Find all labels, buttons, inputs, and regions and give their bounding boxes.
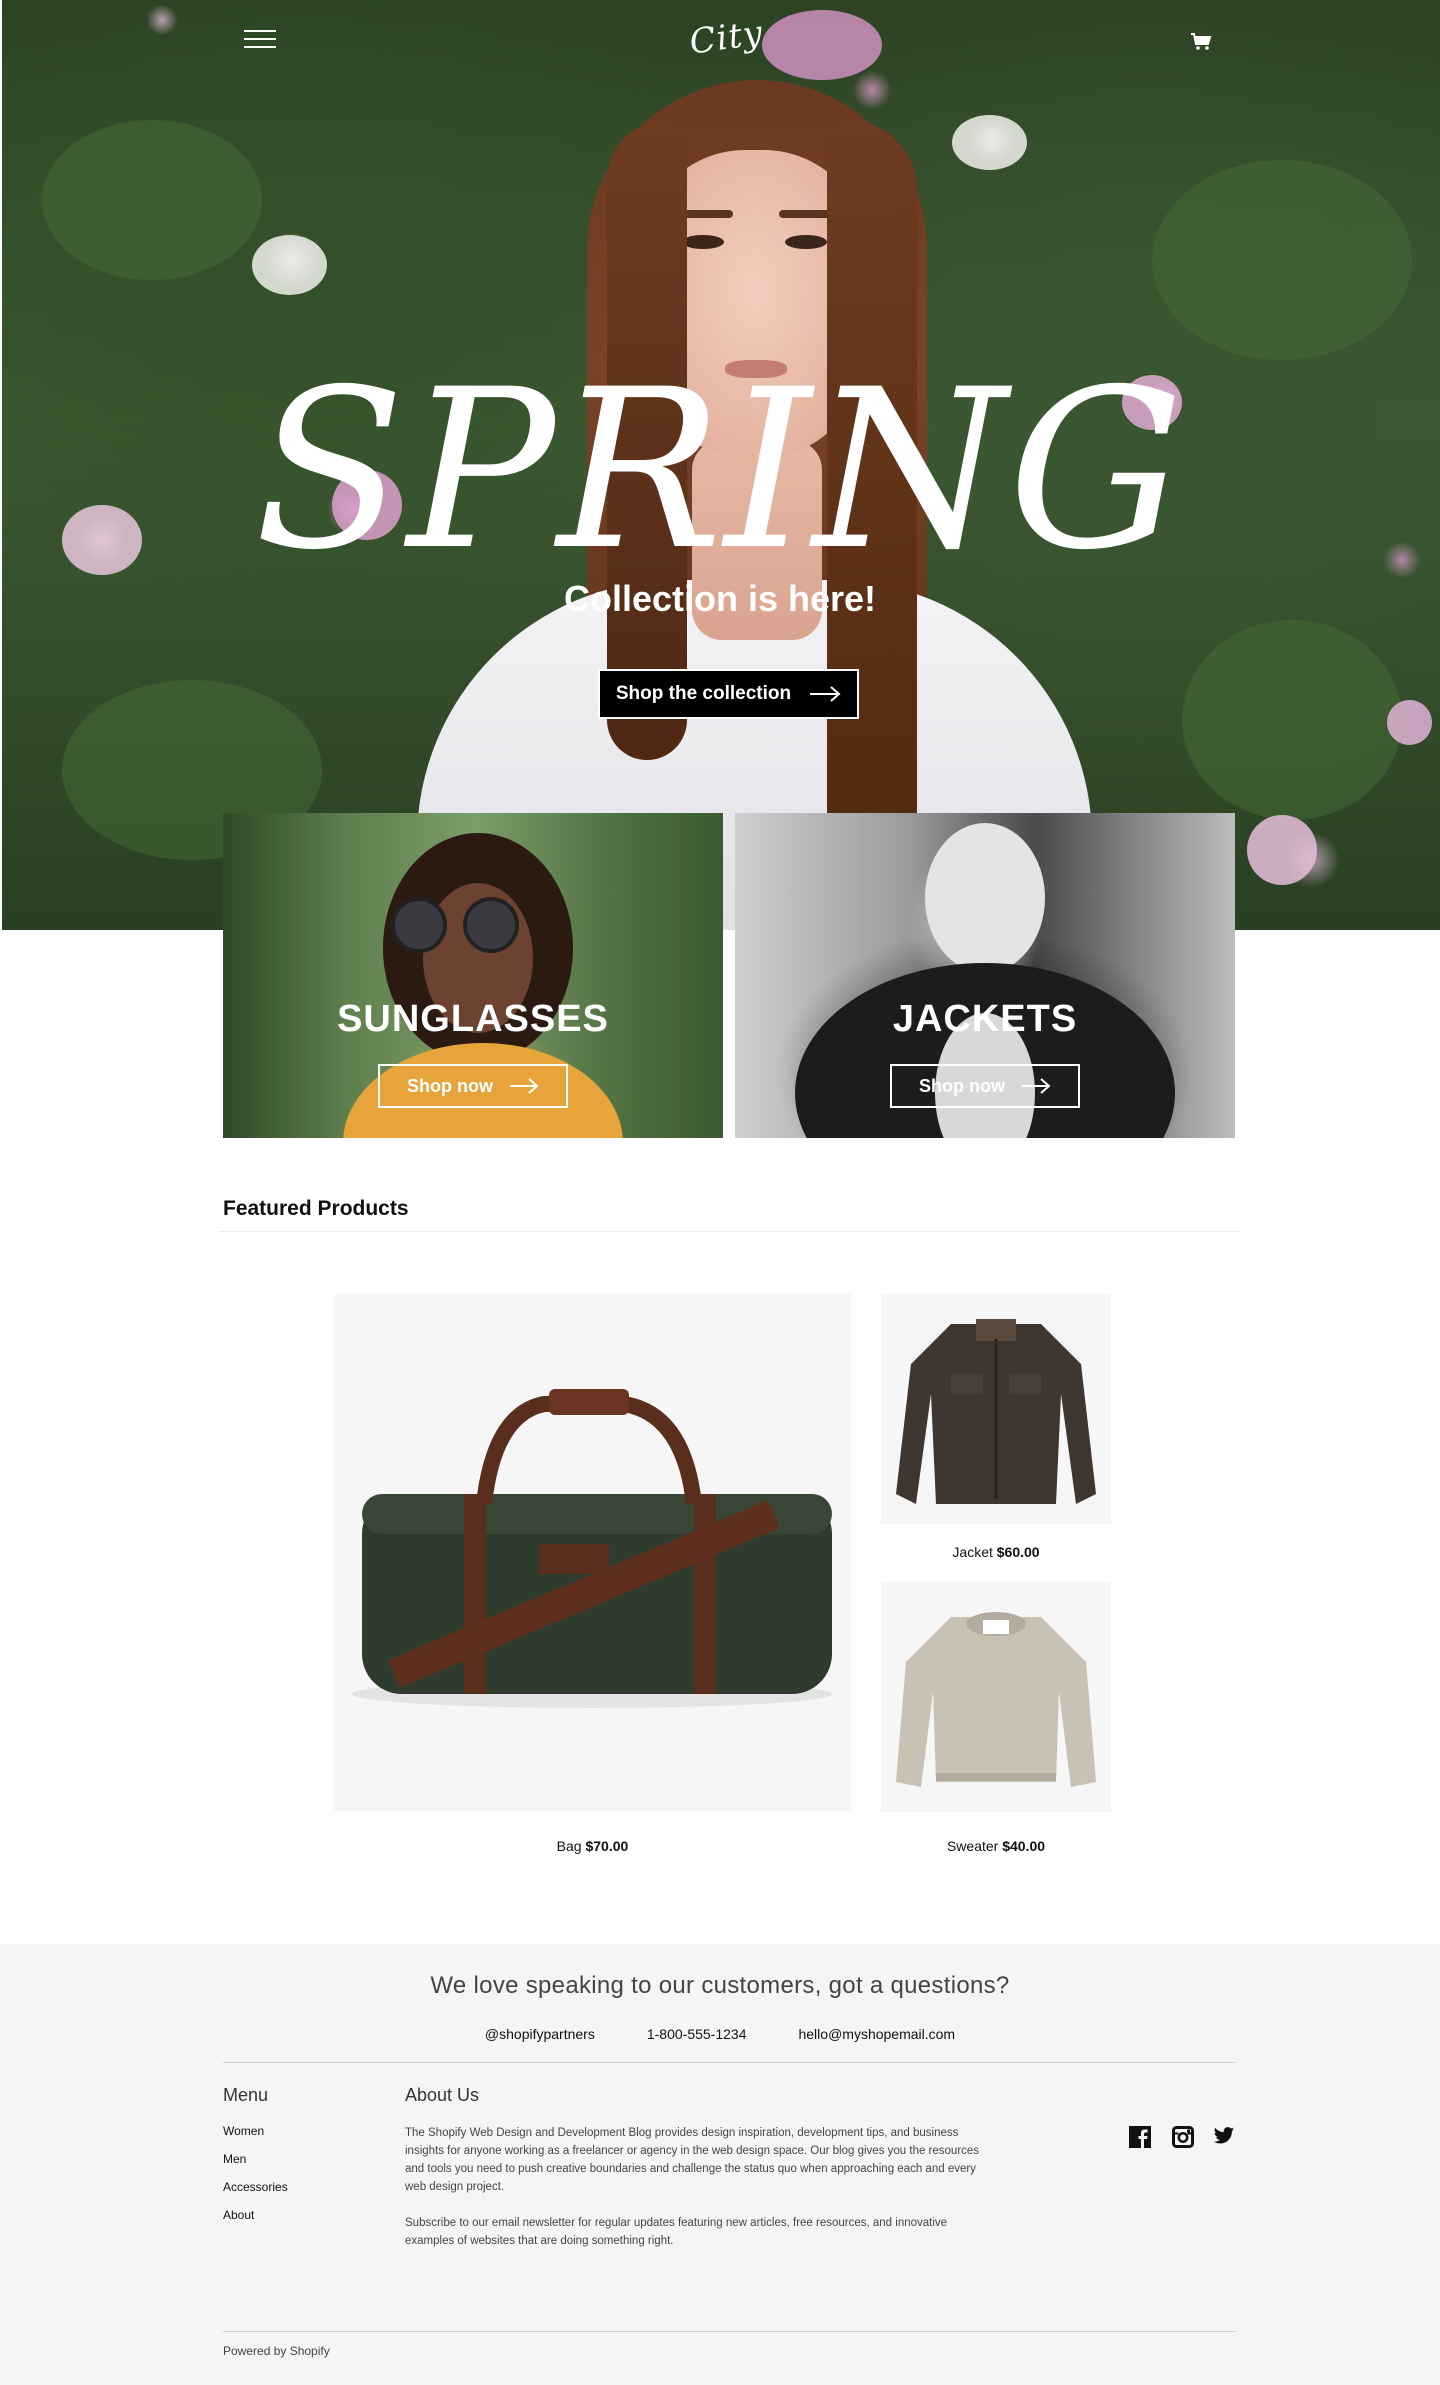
foliage-decoration bbox=[1152, 160, 1412, 360]
product-price: $70.00 bbox=[585, 1838, 629, 1854]
sweater-illustration bbox=[896, 1612, 1096, 1787]
product-caption-bag[interactable]: Bag $70.00 bbox=[334, 1838, 851, 1854]
divider bbox=[223, 2062, 1235, 2063]
category-title: JACKETS bbox=[892, 998, 1078, 1040]
shop-collection-button[interactable]: Shop the collection bbox=[598, 669, 859, 719]
facebook-icon[interactable] bbox=[1129, 2126, 1151, 2148]
shop-now-label: Shop now bbox=[919, 1075, 1005, 1096]
footer-menu-item-accessories[interactable]: Accessories bbox=[223, 2180, 288, 2208]
featured-products-heading: Featured Products bbox=[223, 1197, 409, 1220]
shop-now-label: Shop now bbox=[407, 1075, 493, 1096]
shop-now-button[interactable]: Shop now bbox=[378, 1064, 568, 1108]
foliage-decoration bbox=[1182, 620, 1402, 820]
phone-link[interactable]: 1-800-555-1234 bbox=[647, 2026, 747, 2042]
instagram-icon[interactable] bbox=[1172, 2126, 1194, 2148]
contact-row: @shopifypartners 1-800-555-1234 hello@my… bbox=[0, 2026, 1440, 2042]
newsletter-paragraph: Subscribe to our email newsletter for re… bbox=[405, 2217, 948, 2247]
product-name: Jacket bbox=[952, 1544, 997, 1560]
flower-decoration bbox=[252, 235, 327, 295]
hero-title: SPRING bbox=[254, 342, 1186, 598]
hamburger-menu-icon[interactable] bbox=[244, 30, 276, 50]
footer-menu-list: Women Men Accessories About bbox=[223, 2124, 288, 2236]
product-image-jacket[interactable] bbox=[881, 1294, 1111, 1524]
flower-decoration bbox=[1247, 815, 1317, 885]
site-footer: We love speaking to our customers, got a… bbox=[0, 1944, 1440, 2385]
product-caption-sweater[interactable]: Sweater $40.00 bbox=[881, 1838, 1111, 1854]
hero-subtitle: Collection is here! bbox=[563, 578, 877, 619]
about-us-title: About Us bbox=[405, 2085, 480, 2105]
eye-shape bbox=[682, 235, 724, 249]
footer-menu-item-about[interactable]: About bbox=[223, 2208, 288, 2236]
shop-now-button[interactable]: Shop now bbox=[890, 1064, 1080, 1108]
product-price: $60.00 bbox=[996, 1544, 1040, 1560]
category-tile-jackets[interactable]: JACKETS Shop now bbox=[735, 813, 1235, 1138]
footer-tagline: We love speaking to our customers, got a… bbox=[430, 1972, 1010, 1999]
powered-by-text[interactable]: Powered by Shopify bbox=[223, 2344, 330, 2358]
product-name: Bag bbox=[556, 1838, 586, 1854]
arrow-right-icon bbox=[1021, 1078, 1051, 1094]
category-title: SUNGLASSES bbox=[337, 998, 609, 1040]
product-price: $40.00 bbox=[1002, 1838, 1046, 1854]
bag-illustration bbox=[352, 1389, 832, 1708]
jacket-illustration bbox=[896, 1319, 1096, 1504]
flower-decoration bbox=[1387, 700, 1432, 745]
footer-menu-item-men[interactable]: Men bbox=[223, 2152, 288, 2180]
product-caption-jacket[interactable]: Jacket $60.00 bbox=[881, 1544, 1111, 1560]
category-tile-sunglasses[interactable]: SUNGLASSES Shop now bbox=[223, 813, 723, 1138]
cart-icon[interactable] bbox=[1190, 32, 1214, 52]
twitter-icon[interactable] bbox=[1213, 2126, 1235, 2148]
shop-collection-label: Shop the collection bbox=[615, 683, 792, 704]
foliage-decoration bbox=[42, 120, 262, 280]
face-shape bbox=[925, 823, 1045, 973]
sunglasses-lens-shape bbox=[391, 897, 447, 953]
eye-shape bbox=[785, 235, 827, 249]
product-image-bag[interactable] bbox=[334, 1294, 851, 1811]
divider bbox=[223, 2331, 1235, 2332]
footer-menu-title: Menu bbox=[223, 2085, 269, 2105]
site-logo[interactable]: City bbox=[687, 13, 766, 70]
product-image-sweater[interactable] bbox=[881, 1582, 1111, 1812]
divider bbox=[219, 1231, 1241, 1232]
product-name: Sweater bbox=[946, 1838, 1003, 1854]
about-us-paragraph: The Shopify Web Design and Development B… bbox=[405, 2127, 980, 2193]
email-link[interactable]: hello@myshopemail.com bbox=[798, 2026, 955, 2042]
arrow-right-icon bbox=[810, 686, 841, 702]
footer-menu-item-women[interactable]: Women bbox=[223, 2124, 288, 2152]
sunglasses-lens-shape bbox=[463, 897, 519, 953]
social-handle-link[interactable]: @shopifypartners bbox=[485, 2026, 595, 2042]
arrow-right-icon bbox=[509, 1078, 539, 1094]
